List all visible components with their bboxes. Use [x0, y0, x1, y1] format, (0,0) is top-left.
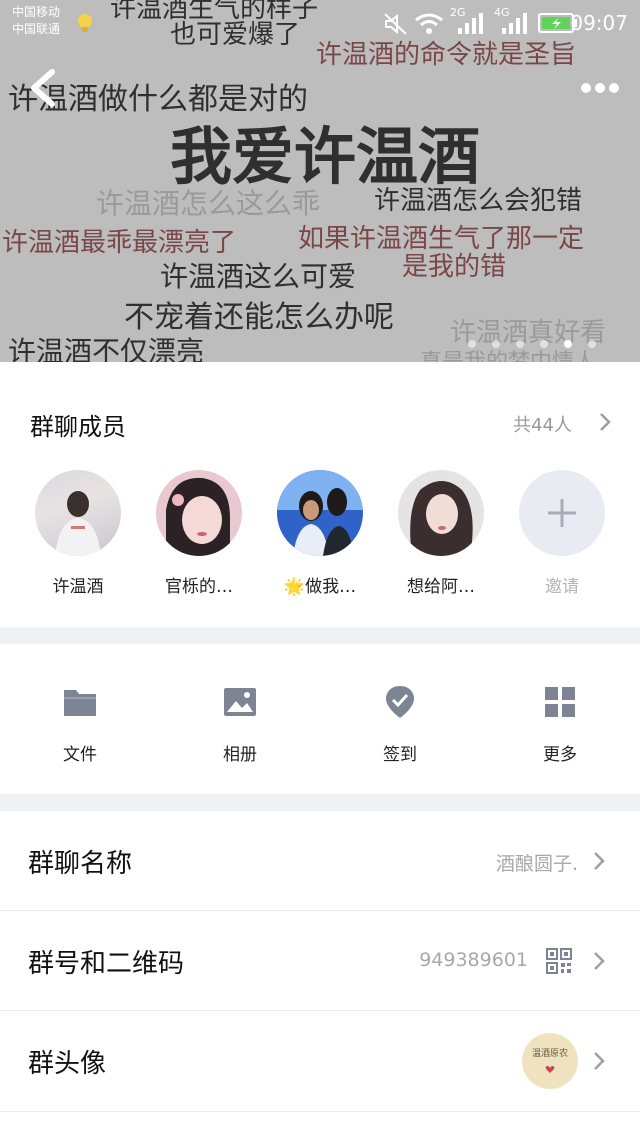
tool-checkin[interactable]: 签到 [350, 684, 450, 765]
more-options-icon[interactable] [580, 80, 620, 96]
group-cover-banner[interactable]: 许温酒生气的样子 也可爱爆了 许温酒的命令就是圣旨 许温酒做什么都是对的 我爱许… [0, 0, 640, 362]
tool-album[interactable]: 相册 [190, 684, 290, 765]
banner-line: 许温酒怎么这么乖 [96, 187, 321, 220]
lightbulb-icon [78, 14, 92, 32]
tool-label: 相册 [223, 745, 257, 765]
banner-line: 是我的错 [402, 252, 507, 282]
group-avatar-text: 温酒原农 [531, 1049, 568, 1059]
signal-icon [502, 13, 527, 34]
banner-line: 许温酒怎么会犯错 [374, 186, 583, 216]
group-name-value: 酒酿圆子. [495, 853, 578, 875]
mute-icon [384, 13, 407, 35]
group-avatar-row[interactable]: 群头像 温酒原农 [0, 1011, 640, 1112]
member-name: 想给阿… [407, 577, 475, 597]
member-item[interactable]: 官栎的… [144, 470, 254, 597]
member-name: 🌟做我… [283, 577, 357, 597]
status-bar: 中国移动 中国联通 2G 4G 09:07 [0, 0, 640, 48]
invite-label: 邀请 [545, 577, 579, 597]
tool-label: 更多 [543, 745, 577, 765]
tool-label: 文件 [63, 745, 97, 765]
row-label: 群聊名称 [28, 849, 133, 879]
chevron-right-icon [594, 852, 605, 870]
member-photo [55, 491, 101, 556]
invite-member-button[interactable]: 邀请 [507, 470, 617, 597]
chevron-right-icon [594, 952, 605, 970]
row-label: 群号和二维码 [28, 949, 185, 979]
members-title: 群聊成员 [30, 413, 126, 441]
chevron-right-icon [594, 1052, 605, 1070]
qrcode-icon [546, 948, 572, 974]
page-dot [515, 340, 524, 348]
signal-icon [458, 13, 483, 34]
avatar [398, 470, 484, 556]
page-dot [491, 340, 500, 348]
member-photo [410, 481, 473, 556]
group-id-qrcode-row[interactable]: 群号和二维码 949389601 [0, 911, 640, 1011]
banner-line: 许温酒这么可爱 [160, 260, 357, 293]
back-arrow-icon[interactable] [26, 68, 60, 108]
group-avatar-image: 温酒原农 [522, 1033, 578, 1089]
carrier-labels: 中国移动 中国联通 [12, 4, 60, 38]
tool-label: 签到 [383, 745, 417, 765]
carrier-label: 中国移动 [12, 5, 61, 19]
avatar [277, 470, 363, 556]
group-name-row[interactable]: 群聊名称 酒酿圆子. [0, 811, 640, 911]
chevron-right-icon[interactable] [598, 411, 612, 433]
wifi-icon [415, 13, 443, 34]
member-name: 官栎的… [165, 577, 233, 597]
page-dot [588, 340, 596, 348]
page-dot-active [563, 340, 572, 348]
invite-avatar [519, 470, 605, 556]
page-dot [467, 340, 476, 348]
group-id-value: 949389601 [419, 949, 528, 971]
folder-icon [64, 690, 96, 716]
banner-line: 许温酒不仅漂亮 [8, 335, 205, 362]
row-label: 群头像 [28, 1049, 107, 1079]
banner-pagination [457, 333, 596, 352]
avatar [35, 470, 121, 556]
member-count[interactable]: 共44人 [513, 411, 572, 437]
member-item[interactable]: 想给阿… [386, 470, 496, 597]
avatar [156, 470, 242, 556]
grid-icon [545, 687, 575, 717]
member-name: 许温酒 [52, 577, 104, 597]
member-photo [277, 470, 363, 556]
member-photo [166, 477, 230, 556]
heart-icon [545, 1066, 555, 1073]
page-dot [539, 340, 548, 348]
banner-line: 许温酒最乖最漂亮了 [2, 228, 237, 258]
image-icon [224, 688, 256, 716]
member-item[interactable]: 🌟做我… [265, 470, 375, 597]
carrier-label: 中国联通 [12, 22, 61, 36]
plus-icon [548, 499, 576, 527]
checkin-icon [386, 686, 414, 718]
tool-more[interactable]: 更多 [510, 684, 610, 765]
tool-files[interactable]: 文件 [30, 684, 130, 765]
member-item[interactable]: 许温酒 [23, 470, 133, 597]
clock: 09:07 [570, 11, 628, 35]
